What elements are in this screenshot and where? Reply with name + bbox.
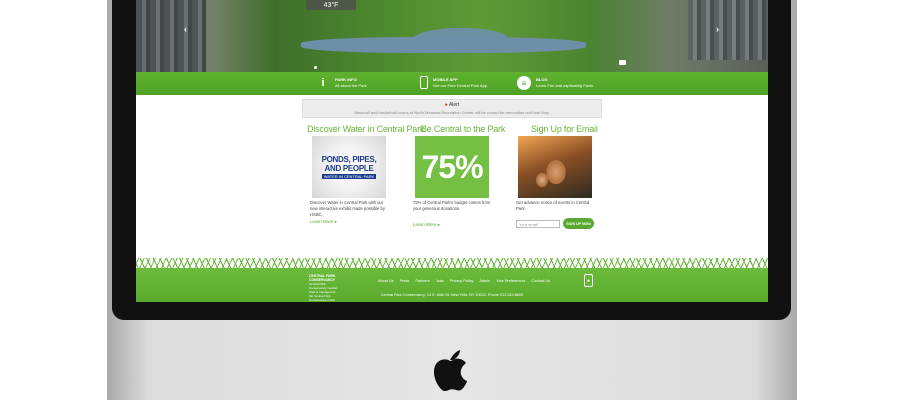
apple-logo-icon [433,350,467,391]
footer-address: Central Park Conservancy, 14 E. 60th St.… [380,293,524,297]
info-icon: i [321,77,325,89]
strip-item-subtitle: Get our Free Central Park App [433,82,488,88]
column-title[interactable]: Be Central to the Park [421,124,521,134]
footer-link-contact-us[interactable]: Contact Us [531,279,550,283]
camera-icon[interactable] [619,60,626,65]
alert-banner: ● Alert Baseball and basketball courts a… [302,99,602,118]
footer-link-about-us[interactable]: About Us [378,279,394,283]
image-subtext: WATER IN CENTRAL PARK [321,174,377,179]
footer-link-jobs[interactable]: Jobs [436,279,444,283]
logo-tagline: Central Park Conservancy Central Park is… [309,282,338,302]
phone-icon [420,76,428,89]
footer-link-partners[interactable]: Partners [415,279,429,283]
column-description: Get advance notice of events in Central … [516,200,590,211]
weather-badge: 43°F [306,0,356,10]
learn-more-link[interactable]: Learn More ▸ [413,222,440,228]
conservancy-logo[interactable]: CENTRAL PARK CONSERVANCY Central Park Co… [309,274,337,302]
feature-strip: i PARK INFO All about the Park MOBILE AP… [136,72,768,95]
footer-link-privacy-policy[interactable]: Privacy Policy [450,279,474,283]
slider-dot[interactable] [314,66,317,69]
chat-icon: ≡ [517,76,531,90]
seventy-five-percent-image[interactable]: 75% [415,136,489,198]
footer-link-admin[interactable]: Admin [479,279,490,283]
strip-item-subtitle: All about the Park [335,83,367,88]
sign-up-button[interactable]: SIGN UP NOW [563,218,594,229]
footer-nav: About Us Press Partners Jobs Privacy Pol… [378,279,550,283]
strip-item-park-info[interactable]: i PARK INFO All about the Park [316,76,367,90]
email-input[interactable]: Your email [516,220,560,228]
column-title[interactable]: Discover Water in Central Park [307,124,424,134]
alert-label: Alert [448,102,460,108]
learn-more-link[interactable]: Learn More ▸ [310,219,337,225]
city-buildings-right [688,0,768,60]
alert-text: Baseball and basketball courts at North … [354,110,550,115]
column-discover-water: Discover Water in Central Park PONDS, PI… [307,124,424,224]
hero-image: 43°F ‹ › [136,0,768,72]
alert-icon: ● [444,102,448,108]
column-be-central: Be Central to the Park 75% 75% of Centra… [413,124,521,227]
column-title: Sign Up for Email [531,124,598,134]
column-sign-up: Sign Up for Email Get advance notice of … [516,124,631,229]
strip-item-blog[interactable]: ≡ BLOG Learn Fun and captivating Facts [517,76,593,90]
slider-prev-arrow-icon[interactable]: ‹ [184,24,187,34]
reservoir [301,37,586,53]
footer-link-your-preferences[interactable]: Your Preferences [496,279,525,283]
strip-item-mobile-app[interactable]: MOBILE APP Get our Free Central Park App [420,76,487,89]
website-screen: 43°F ‹ › i PARK INFO All about the Park … [136,0,768,302]
footer: CENTRAL PARK CONSERVANCY Central Park Co… [136,268,768,302]
slider-next-arrow-icon[interactable]: › [716,24,719,34]
strip-item-subtitle: Learn Fun and captivating Facts [536,83,594,88]
footer-link-press[interactable]: Press [400,279,410,283]
ponds-pipes-people-image[interactable]: PONDS, PIPES, AND PEOPLE WATER IN CENTRA… [312,136,386,198]
family-photo-image[interactable] [518,136,592,198]
accreditation-badge-icon[interactable]: ♠ [584,274,593,287]
image-text: PONDS, PIPES, [321,155,377,164]
city-buildings-left [136,0,206,72]
column-description: Discover Water in Central Park with our … [310,200,385,217]
logo-name: CENTRAL PARK CONSERVANCY [309,274,336,282]
image-text: AND PEOPLE [324,164,374,173]
column-description: 75% of Central Park's budget comes from … [413,200,491,211]
